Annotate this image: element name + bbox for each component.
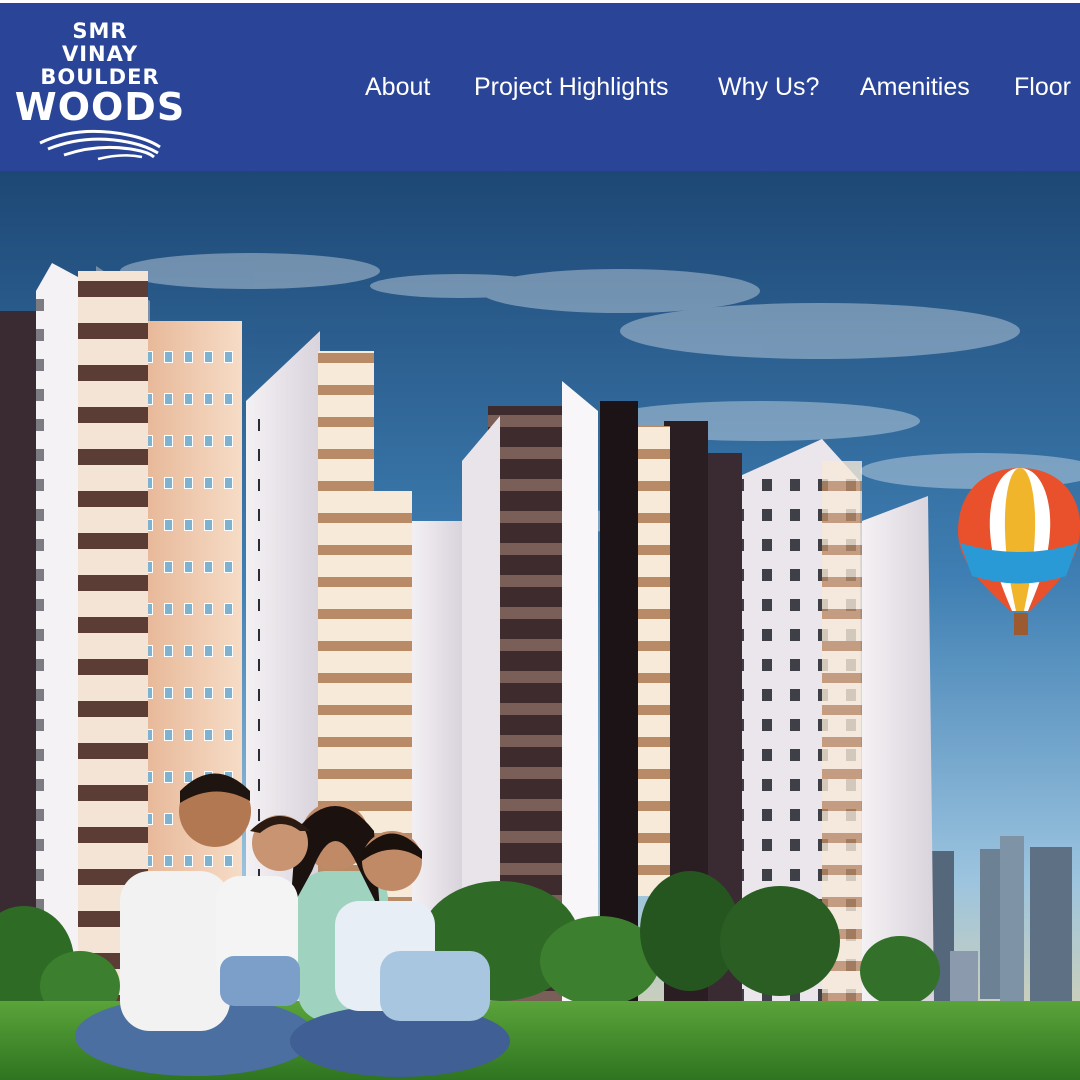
nav-about[interactable]: About <box>365 73 430 102</box>
wave-logo-icon <box>39 129 161 161</box>
brand-logo[interactable]: SMR VINAY BOULDER WOODS <box>12 17 188 163</box>
hero-image <box>0 171 1080 1080</box>
hero-banner <box>0 171 1080 1080</box>
nav-project-highlights[interactable]: Project Highlights <box>474 73 669 102</box>
nav-floor[interactable]: Floor <box>1014 73 1071 102</box>
main-nav: About Project Highlights Why Us? Ameniti… <box>340 3 1080 171</box>
logo-line-vinay: VINAY <box>61 42 139 66</box>
nav-amenities[interactable]: Amenities <box>860 73 970 102</box>
distant-skyline <box>930 836 1072 1001</box>
site-header: SMR VINAY BOULDER WOODS About Project Hi… <box>0 3 1080 171</box>
nav-why-us[interactable]: Why Us? <box>718 73 819 102</box>
logo-line-smr: SMR <box>72 19 128 43</box>
